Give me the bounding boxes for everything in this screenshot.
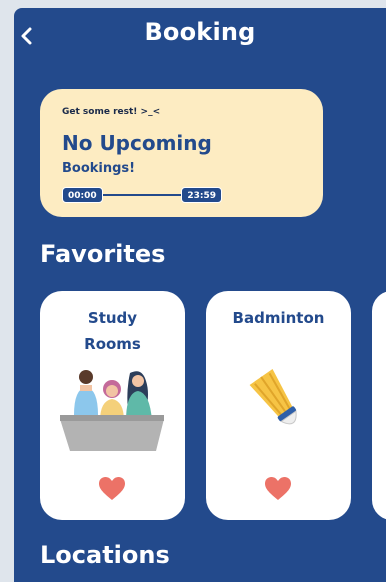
favorite-card-badminton[interactable]: Badminton — [206, 291, 351, 520]
page-title: Booking — [144, 18, 256, 46]
favorite-label-line1: Study — [87, 309, 138, 327]
status-note: Get some rest! >_< — [62, 107, 161, 117]
header: Booking — [14, 8, 386, 60]
status-subline: Bookings! — [62, 161, 136, 176]
favorite-label-line1: Badminton — [232, 309, 325, 327]
favorite-label: Badminton — [206, 305, 351, 331]
locations-heading: Locations — [40, 541, 170, 569]
time-range: 00:00 23:59 — [62, 187, 222, 203]
time-end-badge: 23:59 — [181, 187, 222, 203]
booking-screen: Booking Get some rest! >_< No Upcoming B… — [14, 8, 386, 582]
study-group-illustration — [60, 370, 164, 451]
time-start-badge: 00:00 — [62, 187, 103, 203]
heart-icon[interactable] — [98, 476, 126, 502]
favorites-heading: Favorites — [40, 240, 166, 268]
favorite-card-study-rooms[interactable]: Study Rooms — [40, 291, 185, 520]
upcoming-bookings-card[interactable]: Get some rest! >_< No Upcoming Bookings!… — [40, 89, 323, 217]
favorite-label-line2: Rooms — [84, 335, 141, 353]
heart-icon[interactable] — [264, 476, 292, 502]
favorite-label: Study Rooms — [40, 305, 185, 357]
time-range-line — [92, 194, 192, 196]
status-headline: No Upcoming — [62, 131, 212, 155]
favorite-card-partial[interactable] — [372, 291, 386, 520]
shuttlecock-illustration — [249, 368, 297, 425]
